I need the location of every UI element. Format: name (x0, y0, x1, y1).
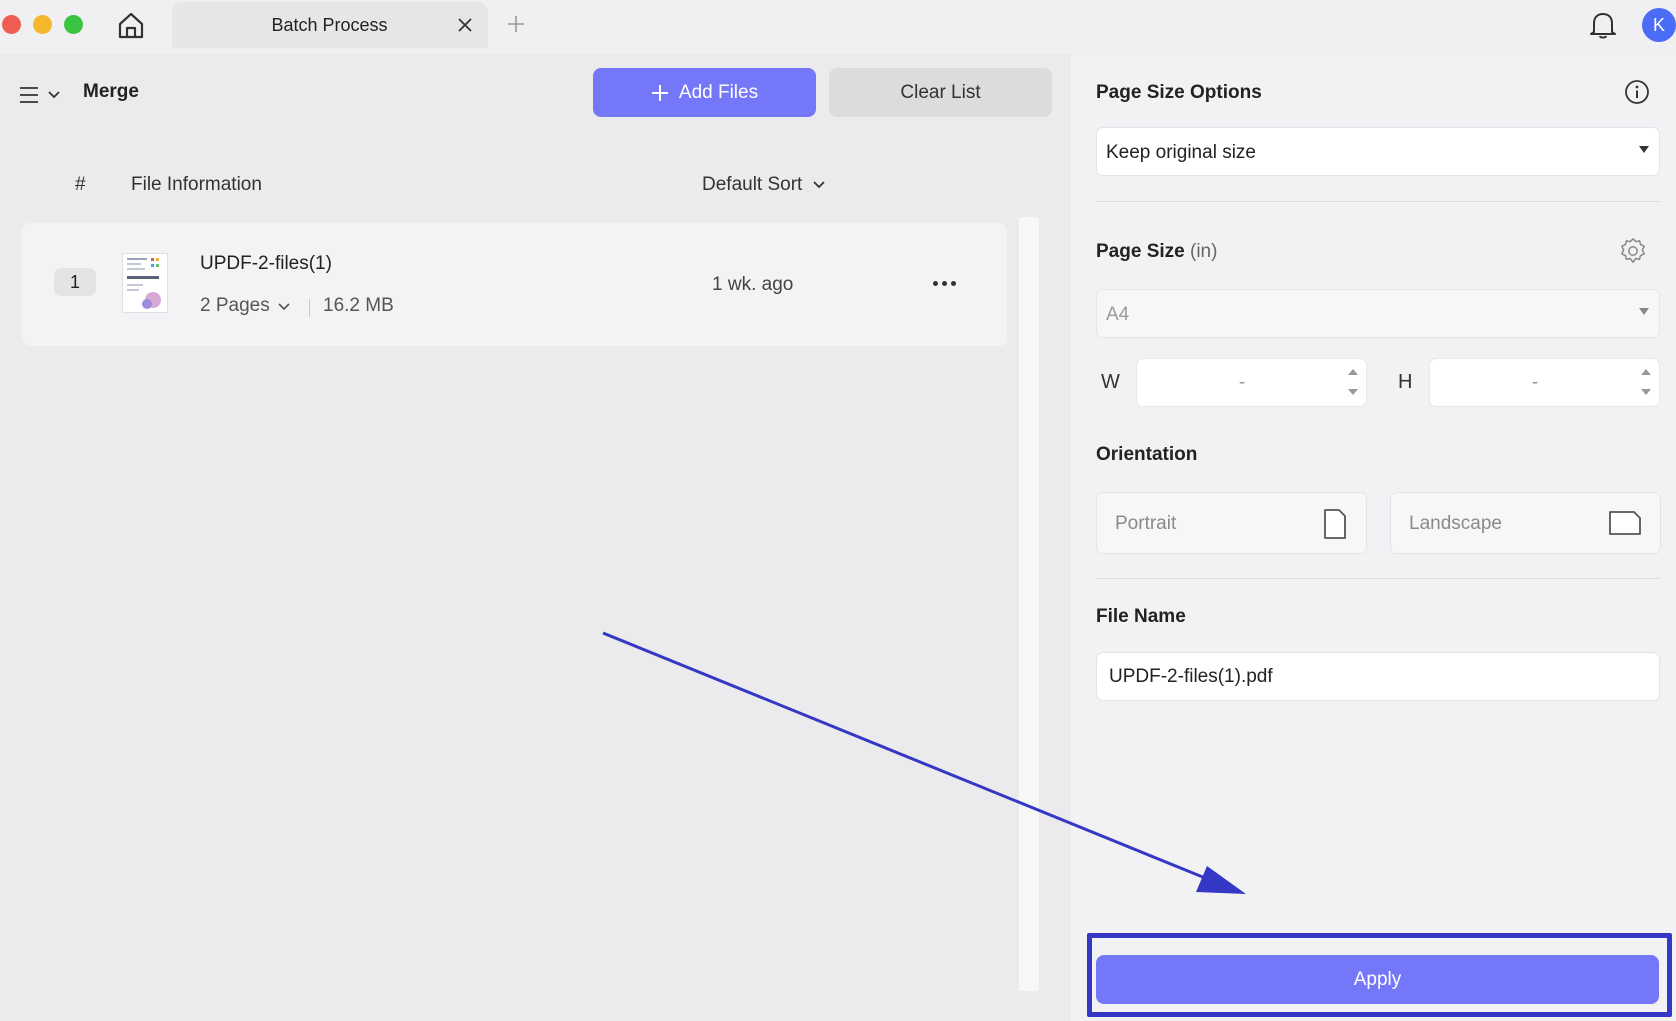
orientation-title: Orientation (1096, 444, 1198, 465)
landscape-label: Landscape (1409, 513, 1502, 534)
page-size-title: Page Size (in) (1096, 241, 1218, 262)
column-header-index: # (75, 174, 86, 195)
tab-batch-process[interactable]: Batch Process (172, 2, 488, 48)
new-tab-button[interactable] (505, 13, 527, 35)
portrait-option[interactable]: Portrait (1096, 492, 1367, 554)
pages-dropdown[interactable]: 2 Pages (200, 295, 290, 317)
settings-pane: Page Size Options Keep original size Pag… (1071, 54, 1676, 1021)
page-size-options-value: Keep original size (1106, 142, 1256, 163)
width-value: - (1238, 372, 1246, 393)
height-value: - (1531, 372, 1539, 393)
chevron-down-icon (813, 181, 825, 189)
row-index: 1 (54, 268, 96, 296)
avatar[interactable]: K (1642, 8, 1676, 42)
landscape-page-icon (1609, 511, 1641, 535)
file-name: UPDF-2-files(1) (200, 253, 332, 274)
apply-button[interactable]: Apply (1096, 955, 1659, 1004)
home-button[interactable] (114, 8, 148, 42)
stepper-down-icon[interactable] (1348, 389, 1358, 395)
plus-icon (651, 84, 668, 101)
stepper-down-icon[interactable] (1641, 389, 1651, 395)
window-close-button[interactable] (2, 15, 21, 34)
close-icon (458, 18, 472, 32)
height-label: H (1398, 371, 1413, 393)
file-list-pane: Merge Add Files Clear List # File Inform… (0, 54, 1060, 1021)
column-header-file-information: File Information (131, 174, 262, 195)
scrollbar[interactable] (1019, 217, 1039, 991)
page-size-options-select[interactable]: Keep original size (1096, 127, 1660, 176)
file-thumbnail (122, 253, 168, 313)
page-size-options-title: Page Size Options (1096, 82, 1262, 103)
home-icon (118, 12, 144, 39)
more-icon (932, 280, 938, 286)
window-minimize-button[interactable] (33, 15, 52, 34)
more-options-button[interactable] (929, 271, 959, 295)
portrait-label: Portrait (1115, 513, 1177, 534)
add-files-button[interactable]: Add Files (593, 68, 816, 117)
file-row[interactable]: 1 UPDF-2-files(1) 2 Pages 16.2 MB 1 wk. … (22, 223, 1007, 346)
file-name-input[interactable]: UPDF-2-files(1).pdf (1096, 652, 1660, 701)
gear-icon (1621, 238, 1645, 263)
tab-title: Batch Process (271, 15, 388, 35)
stepper-up-icon[interactable] (1641, 369, 1651, 375)
height-stepper[interactable]: - (1429, 358, 1660, 407)
page-size-unit: (in) (1190, 241, 1218, 262)
page-size-value: A4 (1106, 304, 1130, 325)
chevron-down-icon (278, 302, 290, 310)
sort-dropdown[interactable]: Default Sort (702, 172, 826, 198)
divider (1096, 201, 1660, 202)
clear-list-button[interactable]: Clear List (829, 68, 1052, 117)
mode-title: Merge (83, 81, 139, 102)
width-stepper[interactable]: - (1136, 358, 1367, 407)
file-name-title: File Name (1096, 606, 1186, 627)
landscape-option[interactable]: Landscape (1390, 492, 1661, 554)
pages-label: 2 Pages (200, 295, 270, 316)
file-name-value: UPDF-2-files(1).pdf (1109, 666, 1273, 687)
chevron-down-icon (48, 91, 60, 99)
tab-close-button[interactable] (454, 14, 476, 36)
portrait-page-icon (1324, 509, 1346, 539)
bell-icon (1590, 13, 1616, 39)
mode-menu-button[interactable] (18, 80, 66, 110)
notifications-button[interactable] (1587, 8, 1619, 42)
divider (1096, 578, 1660, 579)
page-size-select[interactable]: A4 (1096, 289, 1660, 338)
window-maximize-button[interactable] (64, 15, 83, 34)
file-size: 16.2 MB (323, 295, 394, 316)
width-label: W (1101, 371, 1120, 393)
separator (309, 299, 310, 317)
plus-icon (508, 16, 524, 32)
title-bar: Batch Process K (0, 0, 1676, 54)
info-button[interactable] (1623, 78, 1651, 106)
sort-label: Default Sort (702, 174, 803, 195)
file-modified-time: 1 wk. ago (712, 274, 794, 295)
add-files-label: Add Files (678, 81, 759, 103)
page-size-settings-button[interactable] (1619, 237, 1647, 265)
hamburger-icon (20, 87, 38, 103)
info-icon (1625, 80, 1649, 104)
caret-down-icon (1639, 146, 1649, 153)
caret-down-icon (1639, 308, 1649, 315)
stepper-up-icon[interactable] (1348, 369, 1358, 375)
